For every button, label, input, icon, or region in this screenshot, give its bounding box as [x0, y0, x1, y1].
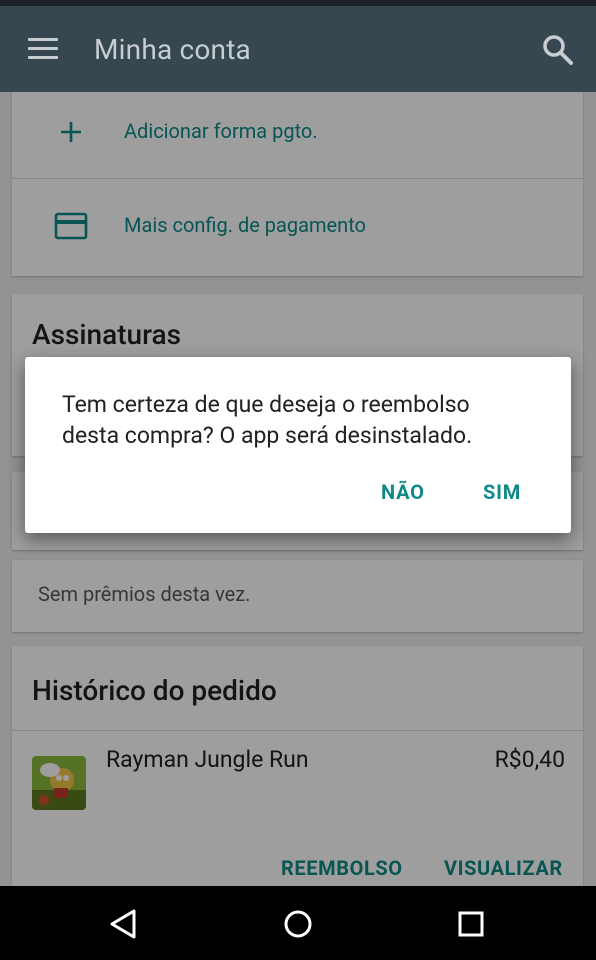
app-bar: Minha conta: [0, 6, 596, 92]
dialog-yes-button[interactable]: SIM: [483, 480, 521, 504]
recents-icon[interactable]: [451, 904, 491, 944]
home-icon[interactable]: [278, 904, 318, 944]
page-title: Minha conta: [94, 33, 251, 66]
dialog-message: Tem certeza de que deseja o reembolso de…: [62, 391, 473, 449]
search-icon[interactable]: [540, 32, 576, 68]
dialog-no-button[interactable]: NÃO: [381, 480, 425, 504]
back-icon[interactable]: [104, 904, 144, 944]
navigation-bar: [0, 886, 596, 960]
refund-confirm-dialog: Tem certeza de que deseja o reembolso de…: [25, 357, 571, 533]
menu-icon[interactable]: [28, 38, 60, 60]
